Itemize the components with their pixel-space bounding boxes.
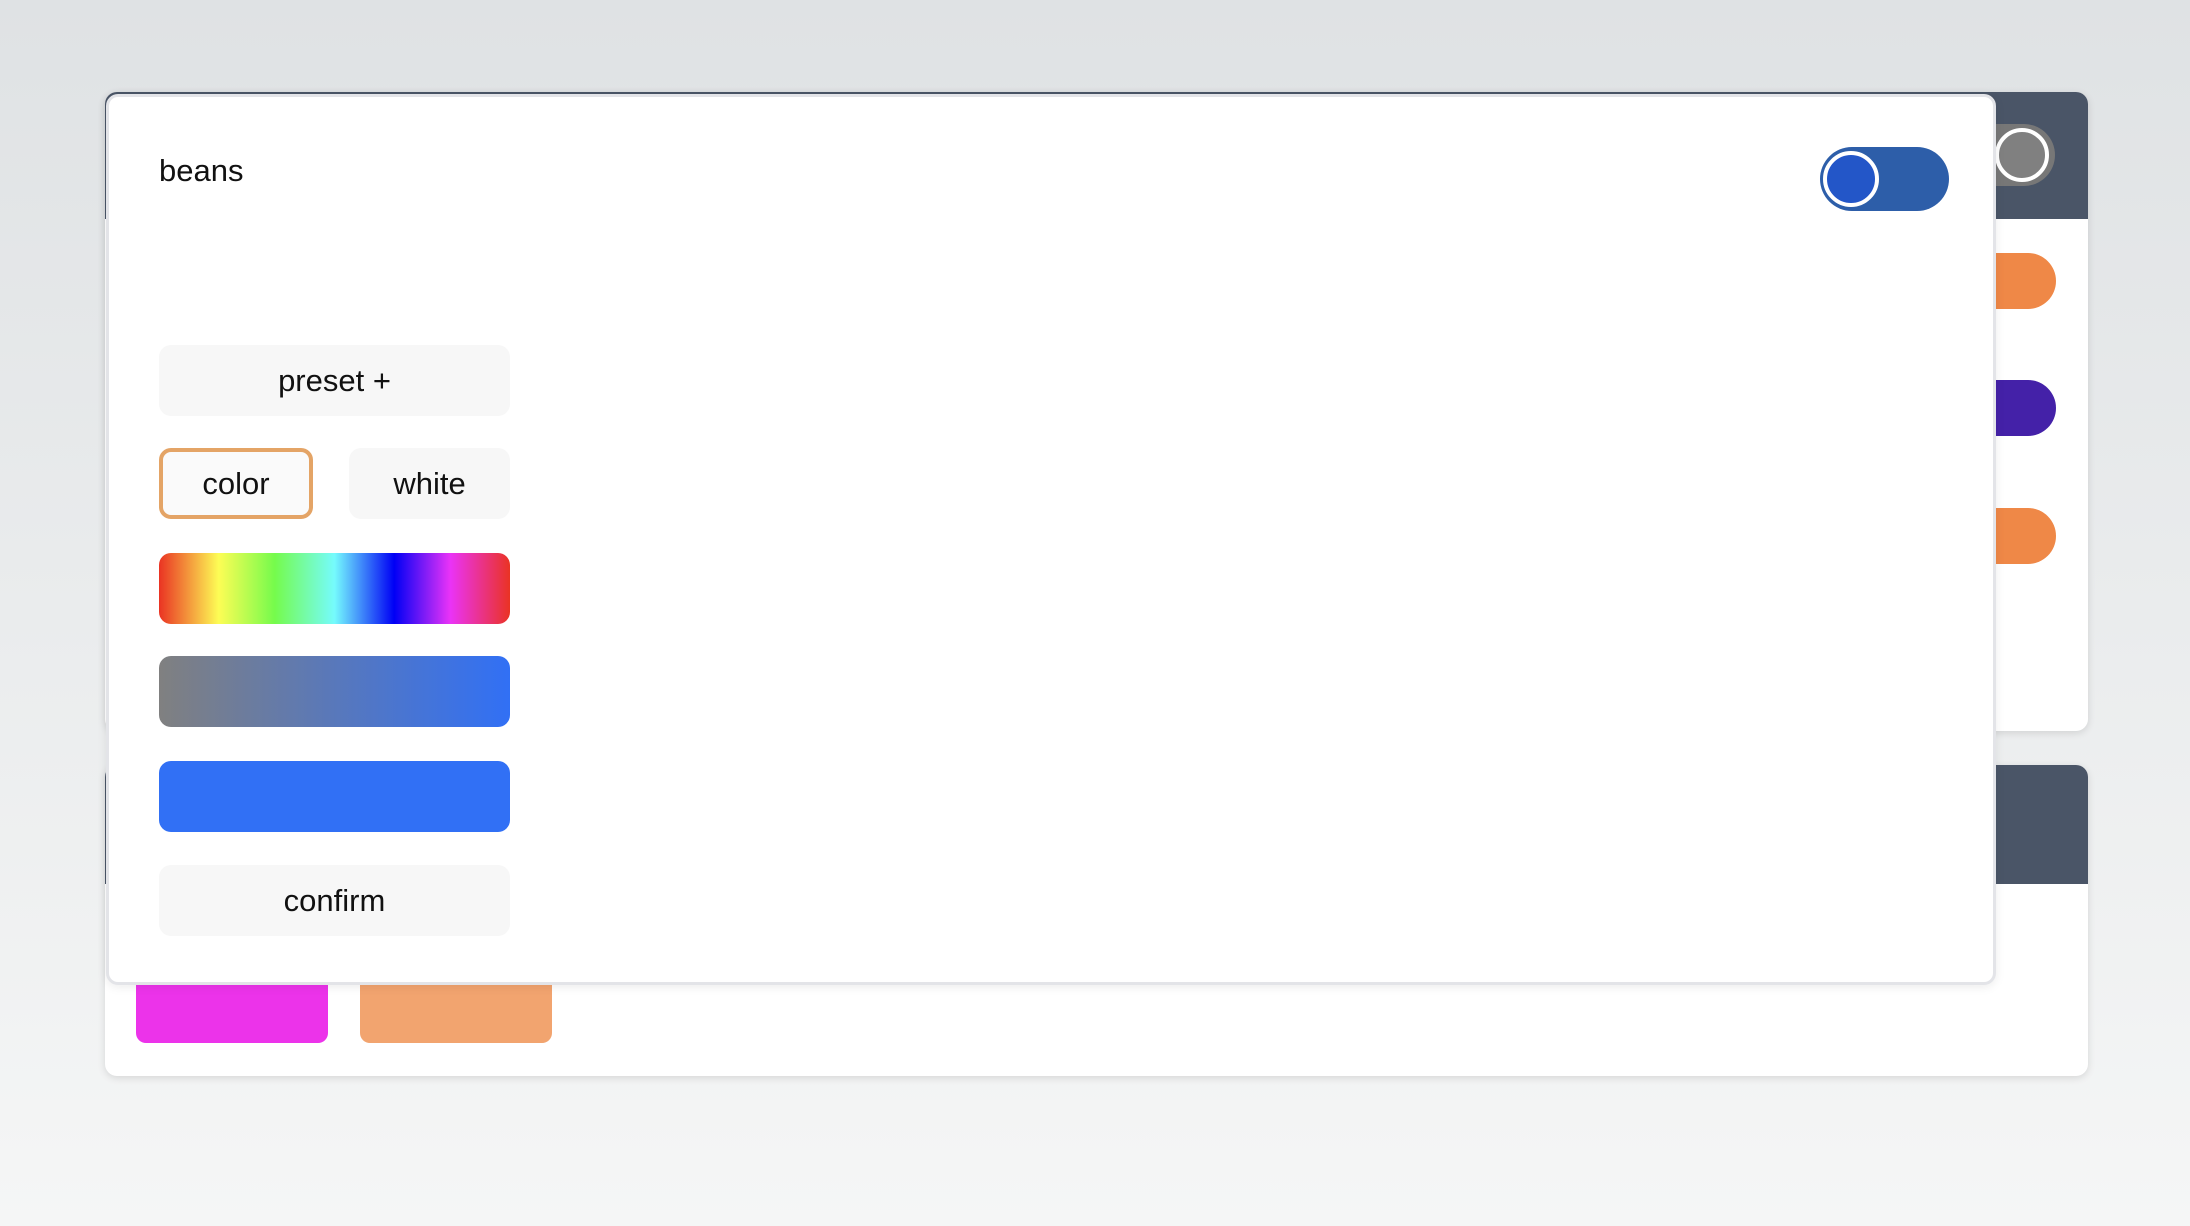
confirm-button[interactable]: confirm [159,865,510,936]
color-dialog: beans preset + color white confirm [106,94,1996,985]
toggle-knob [1823,151,1879,207]
preset-button[interactable]: preset + [159,345,510,416]
power-toggle[interactable] [1820,147,1949,211]
white-mode-button[interactable]: white [349,448,510,519]
dialog-title: beans [159,153,244,188]
saturation-slider[interactable] [159,656,510,727]
magenta-swatch[interactable] [136,978,328,1043]
orange-swatch[interactable] [360,978,552,1043]
toggle-knob [1995,128,2049,182]
color-preview-bar[interactable] [159,761,510,832]
hue-slider[interactable] [159,553,510,624]
color-mode-button[interactable]: color [159,448,313,519]
